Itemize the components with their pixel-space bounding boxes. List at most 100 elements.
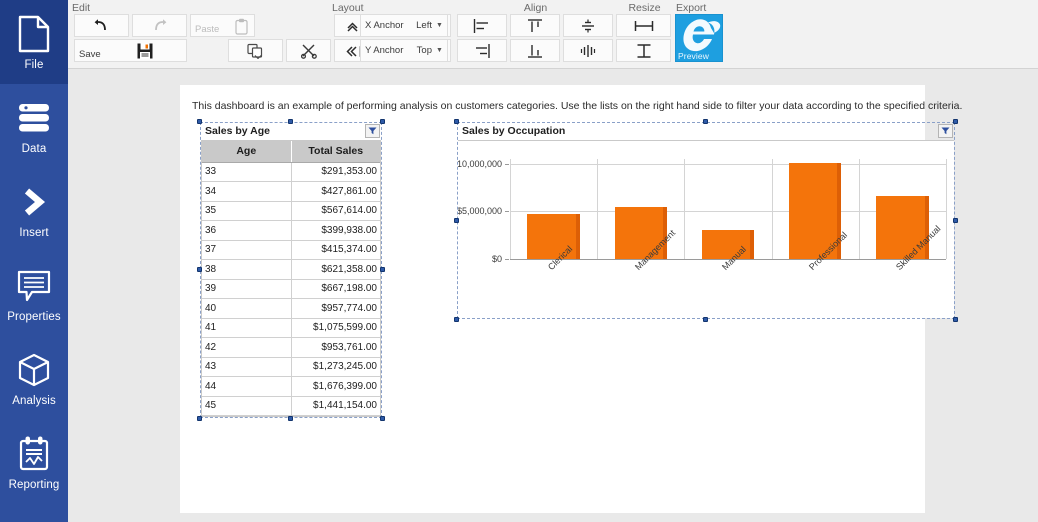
file-icon bbox=[17, 13, 51, 55]
align-right-button[interactable] bbox=[457, 39, 507, 62]
cell-total-sales: $427,861.00 bbox=[291, 181, 380, 202]
toolbar-group-label-resize: Resize bbox=[628, 2, 661, 14]
x-anchor-label: X Anchor bbox=[365, 20, 404, 31]
resize-handle-sw[interactable] bbox=[454, 317, 459, 322]
gridline-vertical bbox=[684, 159, 686, 259]
sidebar-item-properties[interactable]: Properties bbox=[0, 252, 68, 336]
cell-age: 39 bbox=[202, 279, 292, 299]
same-height-icon bbox=[635, 43, 653, 59]
table-row[interactable]: 36 $399,938.00 bbox=[202, 220, 380, 241]
gridline-vertical bbox=[858, 159, 860, 259]
cell-total-sales: $1,441,154.00 bbox=[291, 396, 380, 416]
resize-handle-e[interactable] bbox=[380, 267, 385, 272]
same-width-button[interactable] bbox=[616, 14, 671, 37]
cell-age: 40 bbox=[202, 298, 292, 319]
table-row[interactable]: 41 $1,075,599.00 bbox=[202, 318, 380, 338]
distribute-horizontal-button[interactable] bbox=[563, 39, 613, 62]
table-row[interactable]: 44 $1,676,399.00 bbox=[202, 376, 380, 397]
sidebar-item-file[interactable]: File bbox=[0, 0, 68, 84]
ribbon-toolbar: Edit Paste Save Layout X Anchor Left ▼ Y… bbox=[68, 0, 1038, 69]
y-axis-line bbox=[510, 159, 511, 259]
sidebar: File Data Insert Properties Analysis Rep… bbox=[0, 0, 68, 522]
toolbar-group-label-edit: Edit bbox=[72, 2, 91, 14]
chevron-down-icon[interactable]: ▼ bbox=[435, 47, 447, 54]
resize-handle-se[interactable] bbox=[380, 416, 385, 421]
cell-age: 41 bbox=[202, 318, 292, 338]
sidebar-item-label: Insert bbox=[19, 227, 49, 239]
same-height-button[interactable] bbox=[616, 39, 671, 62]
copy-button[interactable] bbox=[228, 39, 283, 62]
comment-lines-icon bbox=[16, 265, 52, 307]
undo-button[interactable] bbox=[74, 14, 129, 37]
resize-handle-w[interactable] bbox=[197, 267, 202, 272]
table-row[interactable]: 33 $291,353.00 bbox=[202, 162, 380, 182]
chevron-down-icon[interactable]: ▼ bbox=[435, 22, 447, 29]
y-tick-mark bbox=[505, 211, 509, 213]
align-right-icon bbox=[472, 43, 492, 59]
preview-export-button[interactable]: Preview bbox=[675, 14, 723, 62]
table-widget-sales-by-age[interactable]: Sales by Age Age Total Sales 33 $291,353.… bbox=[197, 119, 385, 421]
table-row[interactable]: 42 $953,761.00 bbox=[202, 337, 380, 358]
sidebar-item-reporting[interactable]: Reporting bbox=[0, 420, 68, 504]
cell-age: 42 bbox=[202, 337, 292, 358]
sidebar-item-data[interactable]: Data bbox=[0, 84, 68, 168]
cell-age: 43 bbox=[202, 357, 292, 377]
sales-by-age-table: Age Total Sales 33 $291,353.00 34 $427,861.… bbox=[202, 141, 380, 416]
chart-widget-sales-by-occupation[interactable]: Sales by Occupation $0 $5,000,000 $10,000,… bbox=[454, 119, 958, 322]
distribute-horizontal-icon bbox=[579, 43, 597, 59]
save-button[interactable]: Save bbox=[74, 39, 187, 62]
align-left-button[interactable] bbox=[457, 14, 507, 37]
sidebar-item-analysis[interactable]: Analysis bbox=[0, 336, 68, 420]
table-row[interactable]: 45 $1,441,154.00 bbox=[202, 396, 380, 416]
same-width-icon bbox=[633, 19, 655, 33]
resize-handle-s[interactable] bbox=[288, 416, 293, 421]
resize-handle-nw[interactable] bbox=[197, 119, 202, 124]
distribute-vertical-button[interactable] bbox=[563, 14, 613, 37]
table-row[interactable]: 37 $415,374.00 bbox=[202, 240, 380, 260]
resize-handle-e[interactable] bbox=[953, 217, 958, 223]
table-scroll-area[interactable]: Age Total Sales 33 $291,353.00 34 $427,861.… bbox=[201, 140, 381, 417]
preview-label: Preview bbox=[678, 51, 709, 61]
chart-plot-container[interactable]: $0$5,000,000$10,000,000ClericalManagemen… bbox=[458, 140, 954, 318]
table-row[interactable]: 39 $667,198.00 bbox=[202, 279, 380, 299]
cell-total-sales: $621,358.00 bbox=[291, 259, 380, 280]
y-tick-label: $10,000,000 bbox=[458, 158, 502, 169]
align-top-button[interactable] bbox=[510, 14, 560, 37]
sidebar-item-insert[interactable]: Insert bbox=[0, 168, 68, 252]
canvas-workarea[interactable]: This dashboard is an example of performi… bbox=[68, 69, 1038, 522]
cube-icon bbox=[16, 349, 52, 391]
chart-filter-button[interactable] bbox=[938, 124, 953, 138]
y-anchor-select[interactable]: Y Anchor Top ▼ bbox=[360, 39, 448, 62]
column-header-total-sales[interactable]: Total Sales bbox=[291, 141, 380, 163]
y-tick-mark bbox=[505, 163, 509, 165]
align-bottom-button[interactable] bbox=[510, 39, 560, 62]
dashboard-description: This dashboard is an example of performi… bbox=[192, 100, 963, 112]
paste-button[interactable]: Paste bbox=[190, 14, 255, 37]
cell-age: 33 bbox=[202, 162, 292, 182]
dashboard-page[interactable]: This dashboard is an example of performi… bbox=[180, 85, 963, 513]
table-row[interactable]: 40 $957,774.00 bbox=[202, 298, 380, 319]
table-row[interactable]: 43 $1,273,245.00 bbox=[202, 357, 380, 377]
clipboard-icon bbox=[235, 18, 248, 35]
resize-handle-n[interactable] bbox=[703, 119, 708, 124]
resize-handle-sw[interactable] bbox=[197, 416, 202, 421]
table-row[interactable]: 34 $427,861.00 bbox=[202, 181, 380, 202]
resize-handle-ne[interactable] bbox=[953, 119, 958, 124]
resize-handle-n[interactable] bbox=[288, 119, 293, 124]
table-filter-button[interactable] bbox=[365, 124, 380, 138]
resize-handle-nw[interactable] bbox=[454, 119, 459, 124]
x-anchor-select[interactable]: X Anchor Left ▼ bbox=[360, 14, 448, 37]
redo-button[interactable] bbox=[132, 14, 187, 37]
column-header-age[interactable]: Age bbox=[202, 141, 292, 163]
cut-button[interactable] bbox=[286, 39, 331, 62]
resize-handle-s[interactable] bbox=[703, 317, 708, 322]
resize-handle-ne[interactable] bbox=[380, 119, 385, 124]
table-row[interactable]: 35 $567,614.00 bbox=[202, 201, 380, 221]
table-row[interactable]: 38 $621,358.00 bbox=[202, 259, 380, 280]
resize-handle-se[interactable] bbox=[953, 317, 958, 322]
cell-total-sales: $399,938.00 bbox=[291, 220, 380, 241]
bar-chart-plot: $0$5,000,000$10,000,000ClericalManagemen… bbox=[458, 141, 954, 318]
resize-handle-w[interactable] bbox=[454, 217, 459, 223]
cell-total-sales: $415,374.00 bbox=[291, 240, 380, 260]
bar[interactable] bbox=[701, 230, 755, 259]
